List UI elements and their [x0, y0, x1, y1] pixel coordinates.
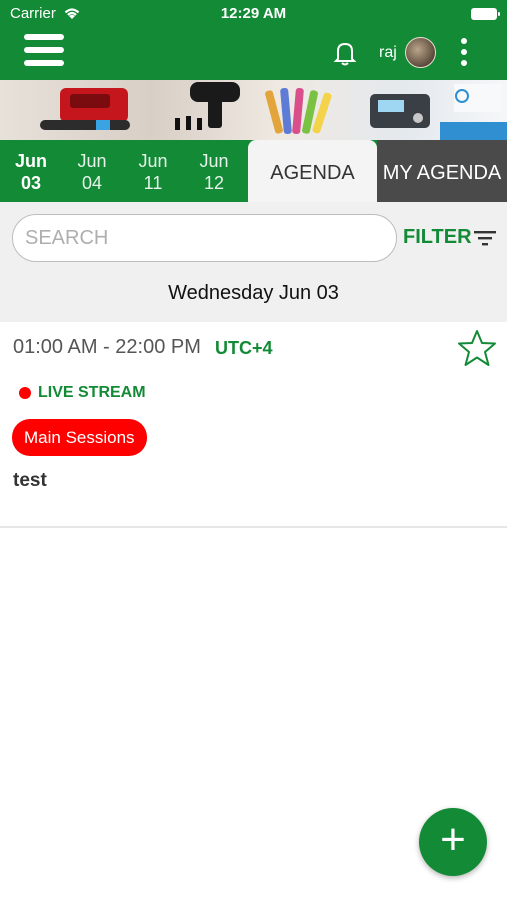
category-badge: Main Sessions	[12, 419, 147, 456]
sponsor-banner[interactable]	[0, 80, 507, 140]
date-tab-0[interactable]: Jun 03	[1, 150, 61, 194]
date-tab-3[interactable]: Jun 12	[184, 150, 244, 194]
avatar[interactable]	[405, 37, 436, 68]
date-month: Jun	[14, 151, 47, 171]
menu-icon-bar	[24, 60, 64, 66]
star-icon[interactable]	[457, 328, 497, 368]
filter-button[interactable]: FILTER	[403, 226, 472, 249]
date-day: 04	[81, 173, 103, 193]
date-day: 11	[143, 173, 163, 193]
battery-icon	[471, 8, 500, 20]
date-month: Jun	[199, 151, 229, 171]
date-tab-1[interactable]: Jun 04	[62, 150, 122, 194]
live-stream-label: LIVE STREAM	[38, 384, 146, 401]
kebab-dot	[461, 60, 467, 66]
add-button[interactable]: +	[419, 808, 487, 876]
tab-my-agenda[interactable]: MY AGENDA	[377, 140, 507, 202]
search-section: FILTER Wednesday Jun 03	[0, 202, 507, 322]
banner-graphic	[40, 82, 507, 140]
date-month: Jun	[77, 151, 107, 171]
username[interactable]: raj	[379, 44, 397, 62]
date-day: 12	[203, 173, 225, 193]
bell-icon[interactable]	[330, 38, 360, 68]
kebab-dot	[461, 38, 467, 44]
search-input[interactable]	[12, 214, 397, 262]
date-tab-2[interactable]: Jun 11	[123, 150, 183, 194]
menu-icon-bar	[24, 34, 64, 40]
filter-icon[interactable]	[474, 230, 496, 246]
day-title: Wednesday Jun 03	[168, 282, 339, 304]
app-header: Carrier 12:29 AM raj	[0, 0, 507, 80]
session-time: 01:00 AM - 22:00 PM	[13, 336, 201, 358]
date-month: Jun	[138, 151, 168, 171]
clock: 12:29 AM	[220, 5, 287, 22]
status-bar: Carrier 12:29 AM	[0, 0, 507, 28]
session-timezone: UTC+4	[215, 338, 273, 358]
session-card[interactable]: 01:00 AM - 22:00 PM UTC+4 LIVE STREAM Ma…	[0, 322, 507, 528]
menu-button[interactable]	[24, 34, 64, 70]
tab-agenda[interactable]: AGENDA	[248, 140, 377, 202]
menu-icon-bar	[24, 47, 64, 53]
date-tab-bar: Jun 03 Jun 04 Jun 11 Jun 12 AGENDA MY AG…	[0, 140, 507, 202]
date-day: 03	[20, 173, 42, 193]
kebab-icon[interactable]	[456, 38, 472, 68]
live-dot	[19, 387, 31, 399]
session-title: test	[13, 470, 47, 491]
kebab-dot	[461, 49, 467, 55]
plus-icon: +	[440, 815, 466, 864]
